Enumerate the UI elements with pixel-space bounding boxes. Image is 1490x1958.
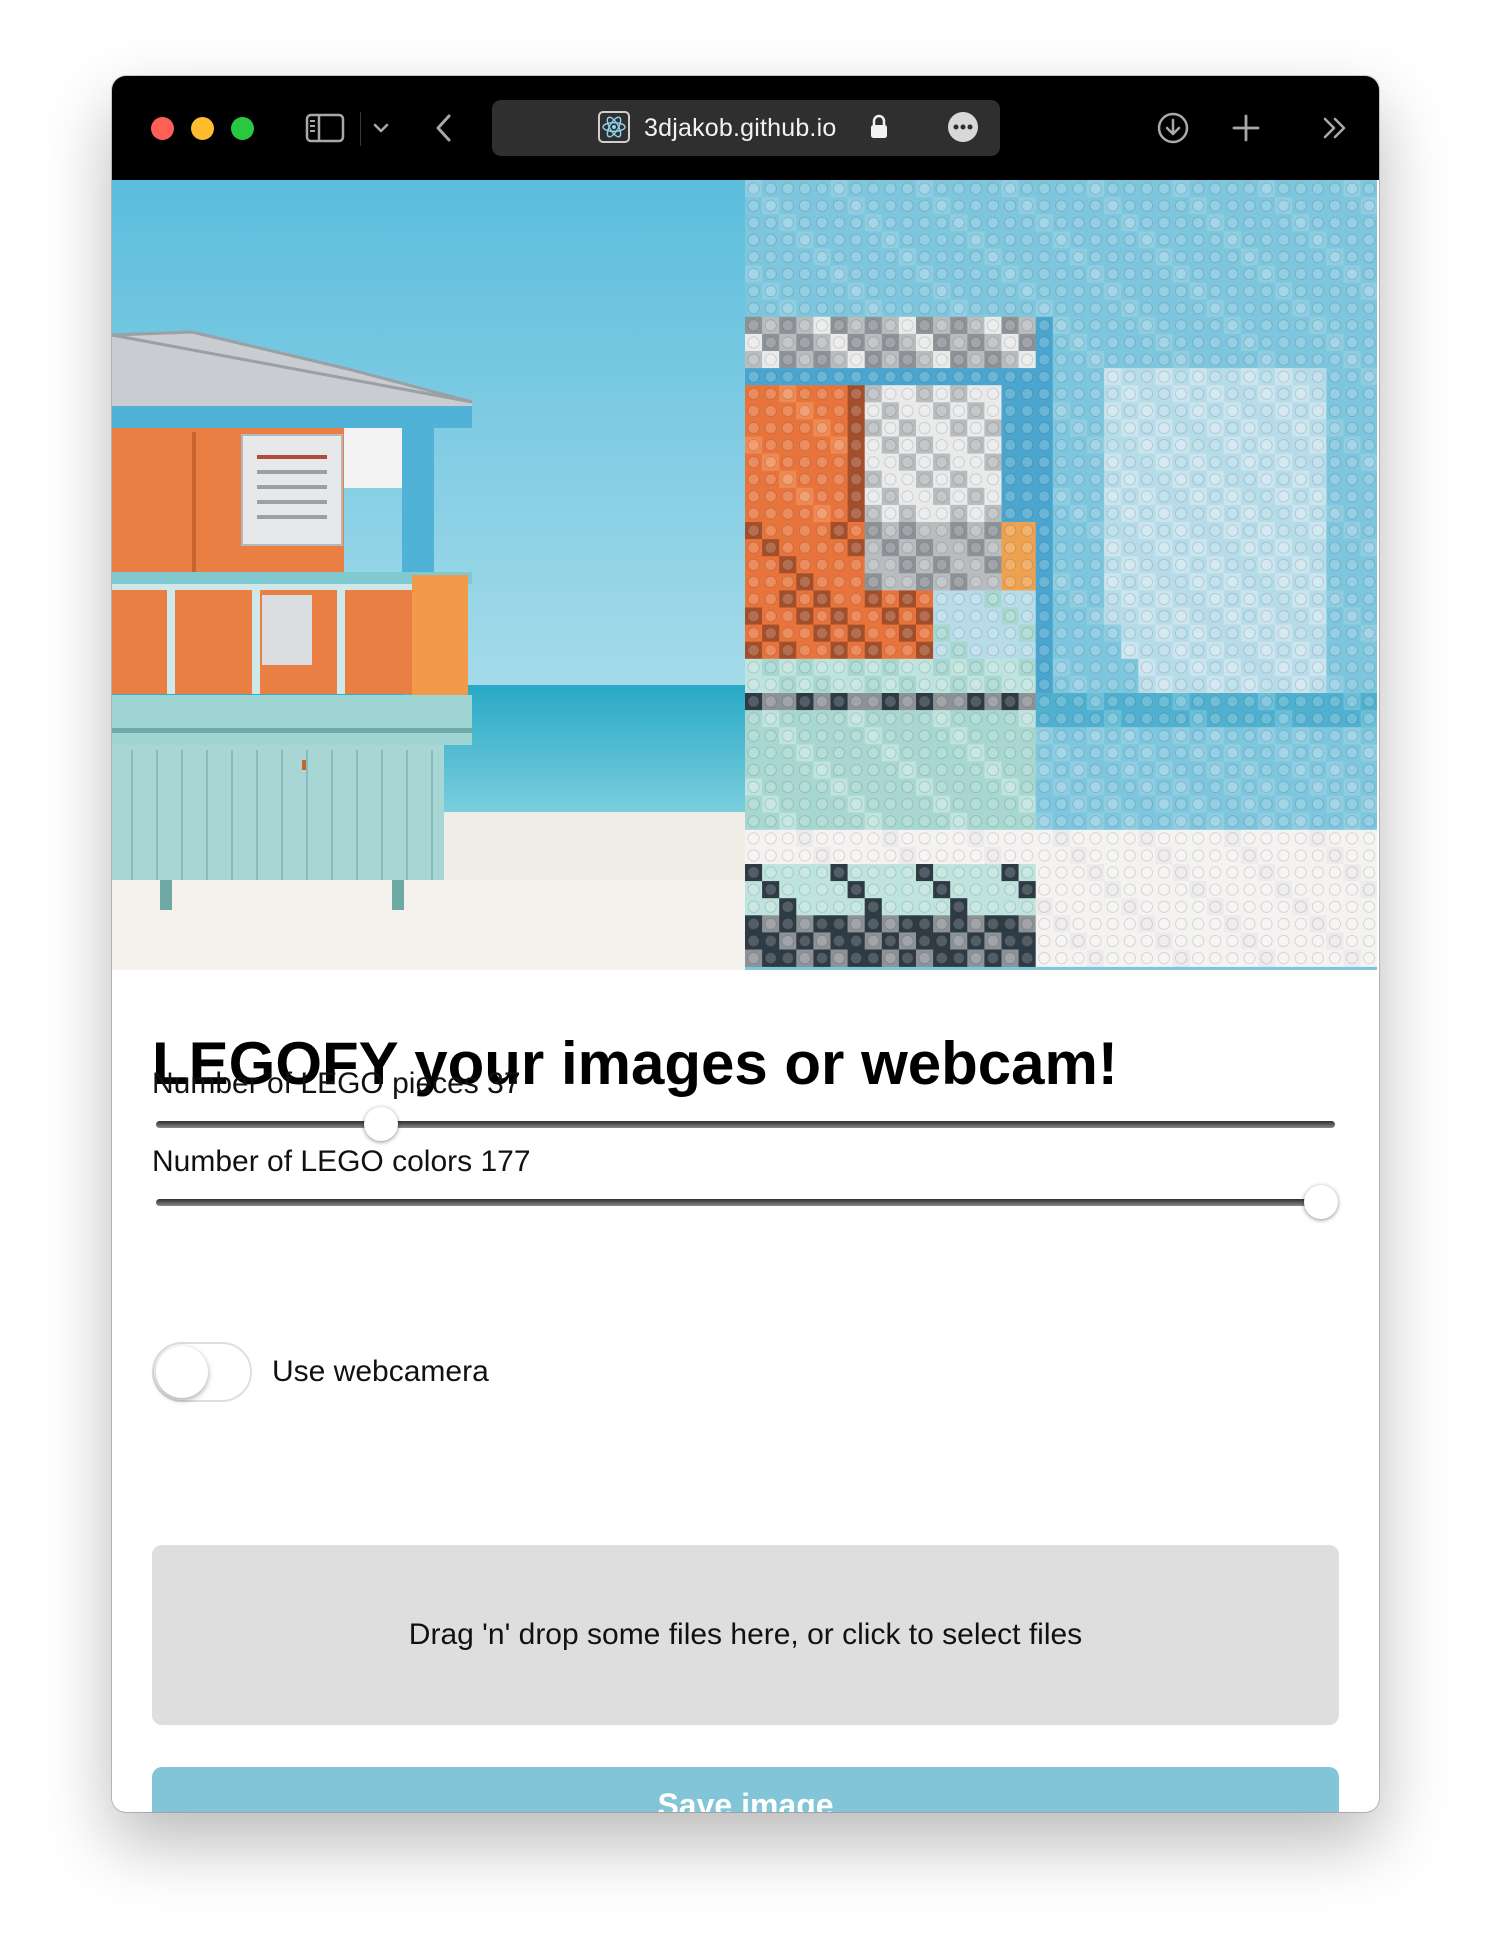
- colors-slider-track[interactable]: [156, 1199, 1335, 1206]
- browser-titlebar: 3djakob.github.io: [112, 76, 1379, 180]
- browser-window: 3djakob.github.io LEGOFY your images or …: [112, 76, 1379, 1812]
- download-icon[interactable]: [1156, 111, 1190, 145]
- colors-slider-thumb[interactable]: [1304, 1185, 1339, 1219]
- pieces-slider-thumb[interactable]: [364, 1107, 399, 1141]
- url-text: 3djakob.github.io: [644, 114, 837, 142]
- pieces-slider-track[interactable]: [156, 1121, 1335, 1128]
- minimize-window-button[interactable]: [191, 117, 214, 140]
- lock-icon: [870, 114, 888, 145]
- toolbar-divider: [360, 112, 361, 146]
- react-favicon: [598, 111, 630, 143]
- webcam-toggle-knob[interactable]: [156, 1346, 208, 1398]
- file-dropzone[interactable]: Drag 'n' drop some files here, or click …: [152, 1545, 1339, 1725]
- webcam-toggle[interactable]: [152, 1342, 252, 1402]
- original-photo: [112, 180, 745, 970]
- dropzone-text: Drag 'n' drop some files here, or click …: [408, 1618, 1083, 1651]
- chevron-down-icon[interactable]: [370, 118, 392, 138]
- pieces-slider-label: Number of LEGO pieces 37: [152, 1067, 521, 1100]
- pieces-slider[interactable]: [154, 1106, 1337, 1142]
- colors-slider[interactable]: [154, 1184, 1339, 1220]
- more-icon[interactable]: [948, 112, 978, 142]
- hero-images: [112, 180, 1379, 970]
- overflow-icon[interactable]: [1320, 114, 1350, 142]
- sidebar-icon[interactable]: [305, 112, 345, 144]
- colors-slider-label: Number of LEGO colors 177: [152, 1145, 531, 1178]
- address-bar[interactable]: 3djakob.github.io: [492, 100, 1000, 156]
- back-icon[interactable]: [430, 110, 456, 146]
- save-image-button[interactable]: Save image: [152, 1767, 1339, 1812]
- close-window-button[interactable]: [151, 117, 174, 140]
- zoom-window-button[interactable]: [231, 117, 254, 140]
- legofied-image: [745, 180, 1377, 970]
- new-tab-icon[interactable]: [1230, 112, 1262, 144]
- webcam-toggle-label: Use webcamera: [272, 1355, 489, 1388]
